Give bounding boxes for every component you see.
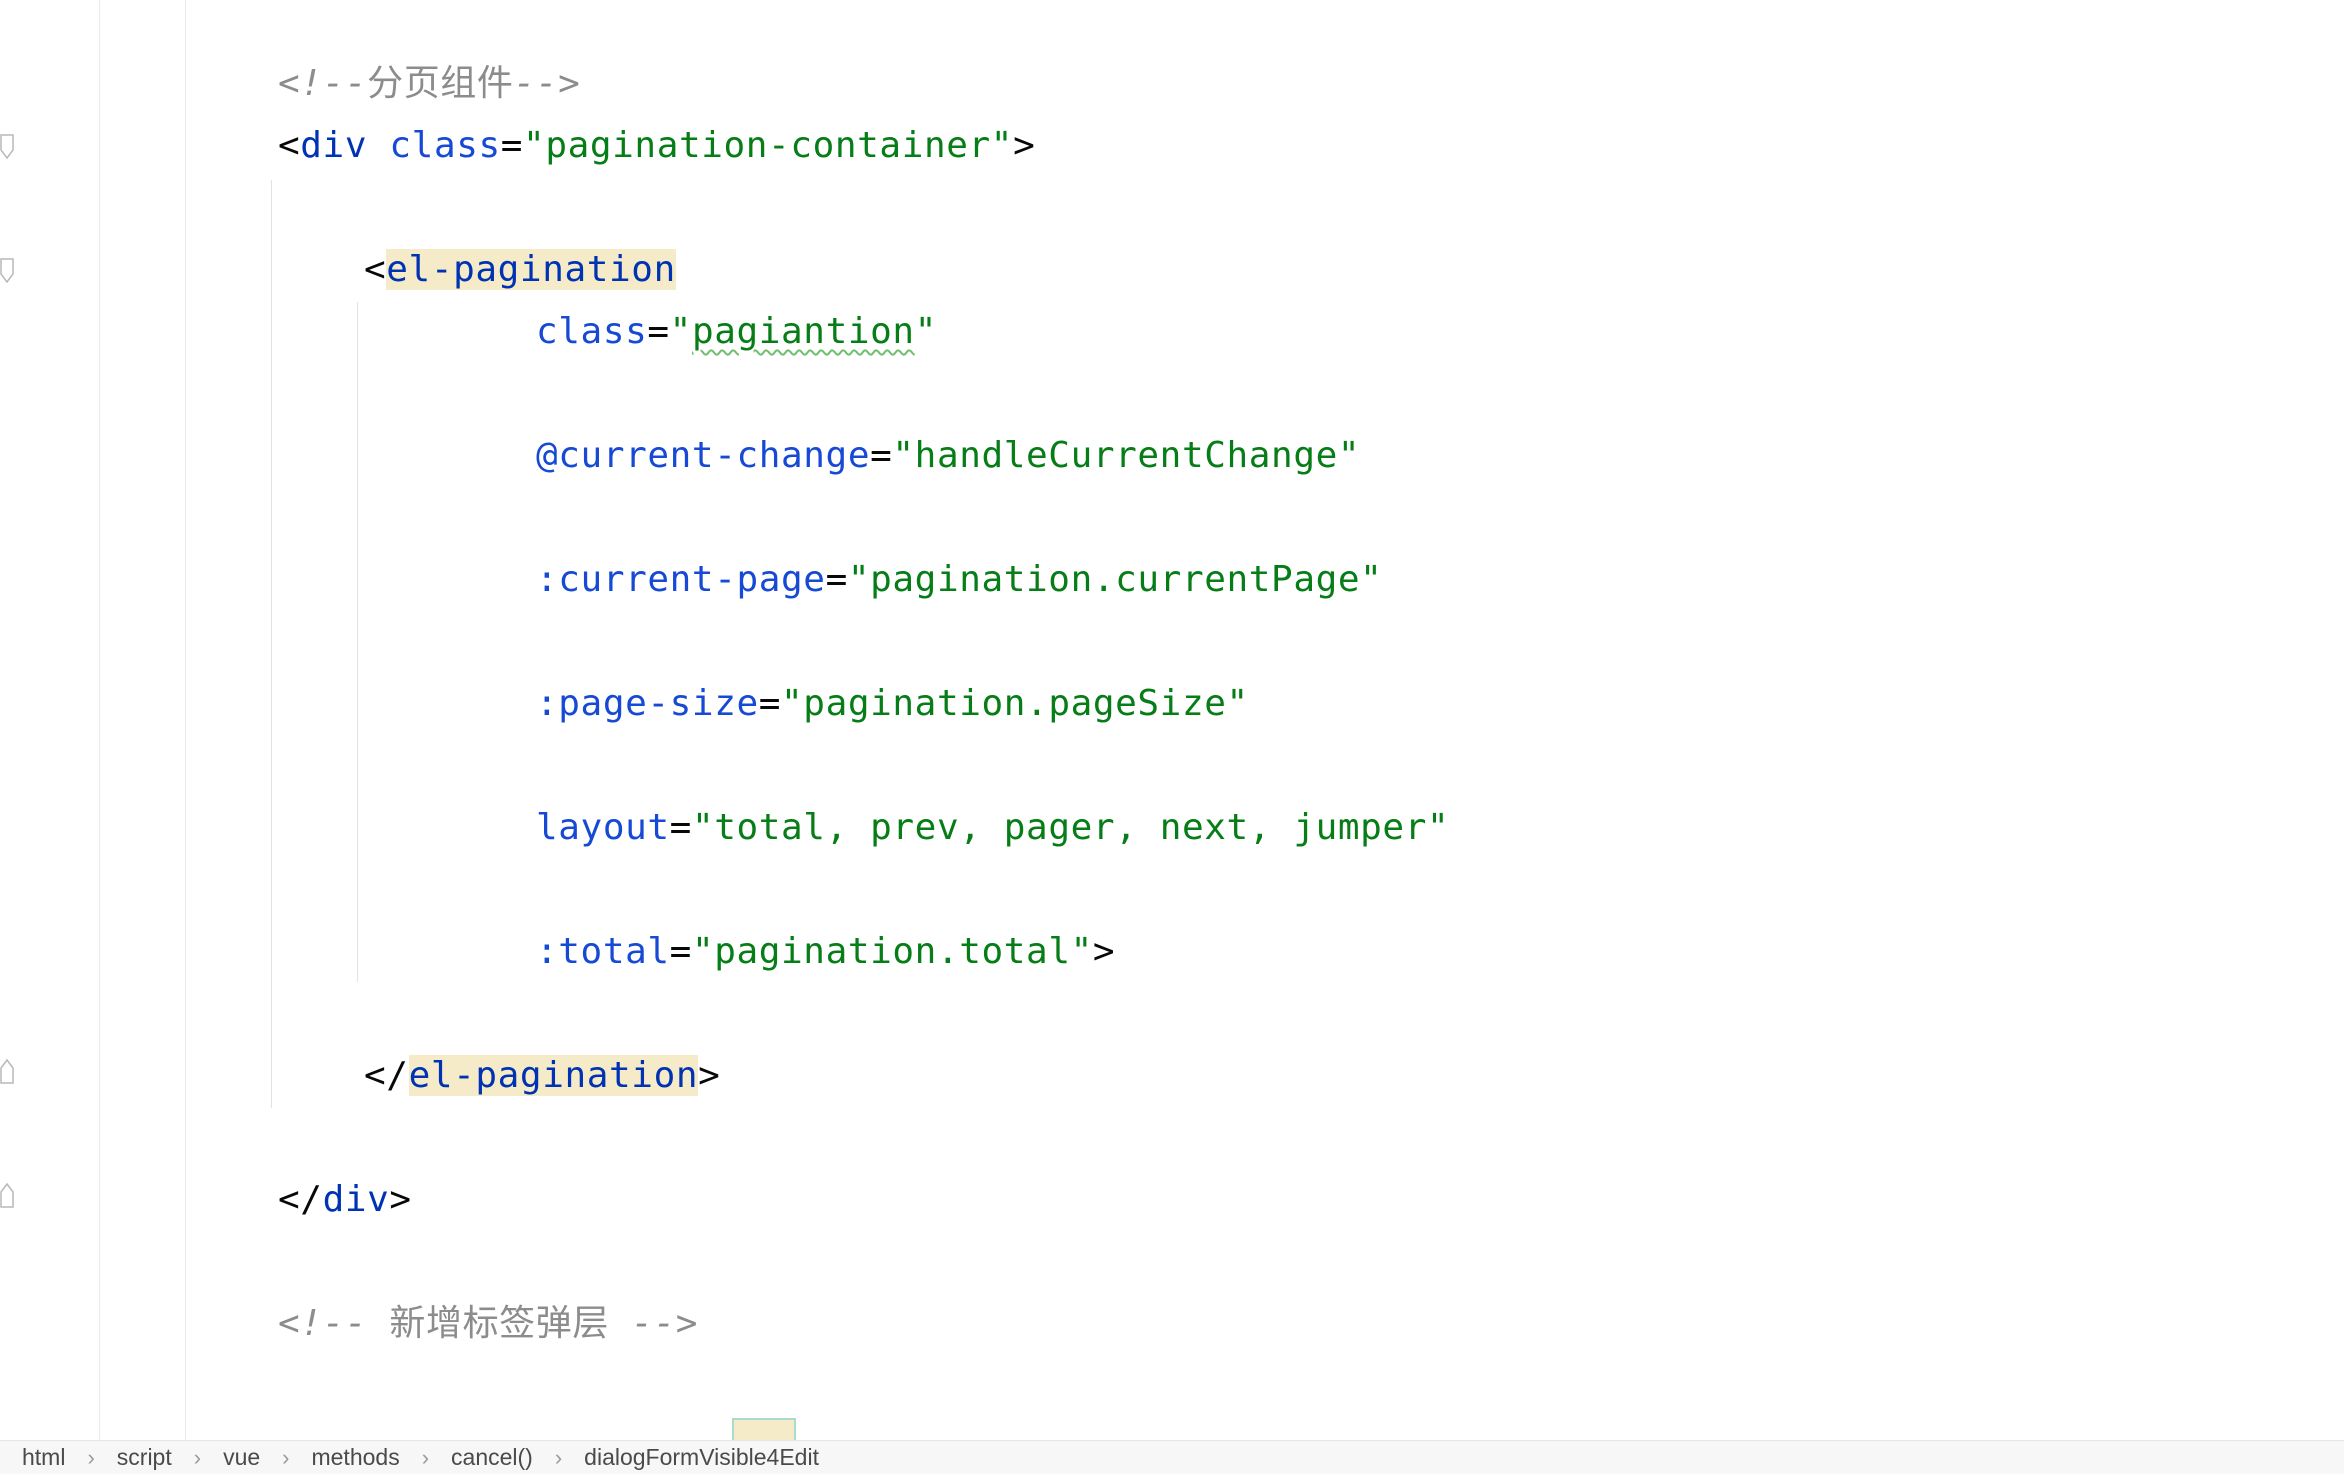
- code-token: -->: [608, 1303, 699, 1344]
- code-token: =: [825, 559, 848, 600]
- code-token: "total, prev, pager, next, jumper": [691, 807, 1450, 848]
- code-token: div: [322, 1179, 390, 1220]
- breadcrumb-separator-icon: ›: [193, 1444, 202, 1470]
- line-gutter[interactable]: [0, 0, 100, 1440]
- code-token: </: [278, 1179, 323, 1220]
- code-token: >: [1013, 125, 1036, 166]
- breadcrumb: html › script › vue › methods › cancel()…: [0, 1440, 2344, 1474]
- code-token: ": [914, 311, 937, 352]
- code-token: <!--: [278, 1303, 390, 1344]
- breadcrumb-item-script[interactable]: script: [117, 1444, 172, 1471]
- breadcrumb-separator-icon: ›: [282, 1444, 290, 1470]
- code-token: class: [389, 125, 501, 166]
- code-token: class: [536, 311, 648, 352]
- code-token: "pagination.currentPage": [847, 559, 1383, 600]
- code-token: >: [389, 1179, 412, 1220]
- code-token: "pagination-container": [523, 125, 1014, 166]
- code-token: <: [278, 125, 301, 166]
- partial-code-line: [270, 1410, 357, 1440]
- breadcrumb-item-cancel[interactable]: cancel(): [451, 1444, 533, 1471]
- code-line-attr-current-page[interactable]: :current-page="pagination.currentPage": [536, 550, 1382, 610]
- code-token: div: [300, 125, 368, 166]
- code-token: ": [669, 311, 692, 352]
- code-line-el-pagination-open[interactable]: <el-pagination: [364, 240, 676, 300]
- code-token: <: [364, 249, 387, 290]
- code-token: =: [669, 807, 692, 848]
- code-token: =: [647, 311, 670, 352]
- code-token: =: [758, 683, 782, 724]
- code-token: "handleCurrentChange": [892, 435, 1361, 476]
- code-token: :page-size: [536, 683, 759, 724]
- code-token: pagiantion: [691, 311, 915, 352]
- code-token: =: [870, 435, 893, 476]
- breadcrumb-separator-icon: ›: [87, 1444, 95, 1470]
- code-line-attr-page-size[interactable]: :page-size="pagination.pageSize": [536, 674, 1249, 734]
- code-token: "pagination.total": [691, 931, 1093, 972]
- code-token: </: [364, 1055, 409, 1096]
- code-token: -->: [513, 63, 581, 104]
- code-token: el-pagination: [386, 249, 676, 290]
- caret-highlight: [732, 1418, 796, 1440]
- code-token: "pagination.pageSize": [781, 683, 1249, 724]
- breadcrumb-item-methods[interactable]: methods: [311, 1444, 399, 1471]
- code-token: >: [1092, 931, 1116, 972]
- code-token: =: [669, 931, 692, 972]
- fold-marker-icon[interactable]: [0, 1182, 14, 1208]
- breadcrumb-item-vue[interactable]: vue: [223, 1444, 260, 1471]
- code-token: <!--: [278, 63, 368, 104]
- breadcrumb-separator-icon: ›: [554, 1444, 563, 1470]
- code-line-div-open[interactable]: <div class="pagination-container">: [278, 116, 1035, 176]
- indent-guide: [271, 180, 272, 1108]
- code-token: :total: [536, 931, 670, 972]
- fold-marker-icon[interactable]: [0, 1058, 14, 1084]
- code-line-attr-class[interactable]: class="pagiantion": [536, 302, 937, 362]
- code-token: 分页组件: [367, 63, 514, 104]
- fold-marker-icon[interactable]: [0, 134, 14, 160]
- code-line-attr-total[interactable]: :total="pagination.total">: [536, 922, 1115, 982]
- code-line-div-close[interactable]: </div>: [278, 1170, 412, 1230]
- code-token: 新增标签弹层: [389, 1303, 609, 1344]
- code-token: >: [698, 1055, 721, 1096]
- breadcrumb-separator-icon: ›: [421, 1444, 430, 1470]
- code-token: :current-page: [536, 559, 826, 600]
- breadcrumb-item-dialog-form-visible[interactable]: dialogFormVisible4Edit: [584, 1444, 819, 1471]
- code-line-attr-layout[interactable]: layout="total, prev, pager, next, jumper…: [536, 798, 1449, 858]
- code-token: el-pagination: [408, 1055, 699, 1096]
- fold-marker-icon[interactable]: [0, 258, 14, 284]
- code-line-attr-current-change[interactable]: @current-change="handleCurrentChange": [536, 426, 1360, 486]
- code-line-comment-pagination[interactable]: <!--分页组件-->: [278, 54, 580, 114]
- code-token: layout: [536, 807, 670, 848]
- code-line-comment-new-tag[interactable]: <!-- 新增标签弹层 -->: [278, 1294, 698, 1354]
- code-token: @current-change: [536, 435, 871, 476]
- code-editor[interactable]: <!--分页组件--> <div class="pagination-contai…: [0, 0, 2344, 1440]
- code-line-el-pagination-close[interactable]: </el-pagination>: [364, 1046, 720, 1106]
- breadcrumb-item-html[interactable]: html: [22, 1444, 65, 1471]
- code-token: =: [500, 125, 524, 166]
- fold-gutter-divider: [185, 0, 186, 1440]
- indent-guide: [357, 302, 358, 982]
